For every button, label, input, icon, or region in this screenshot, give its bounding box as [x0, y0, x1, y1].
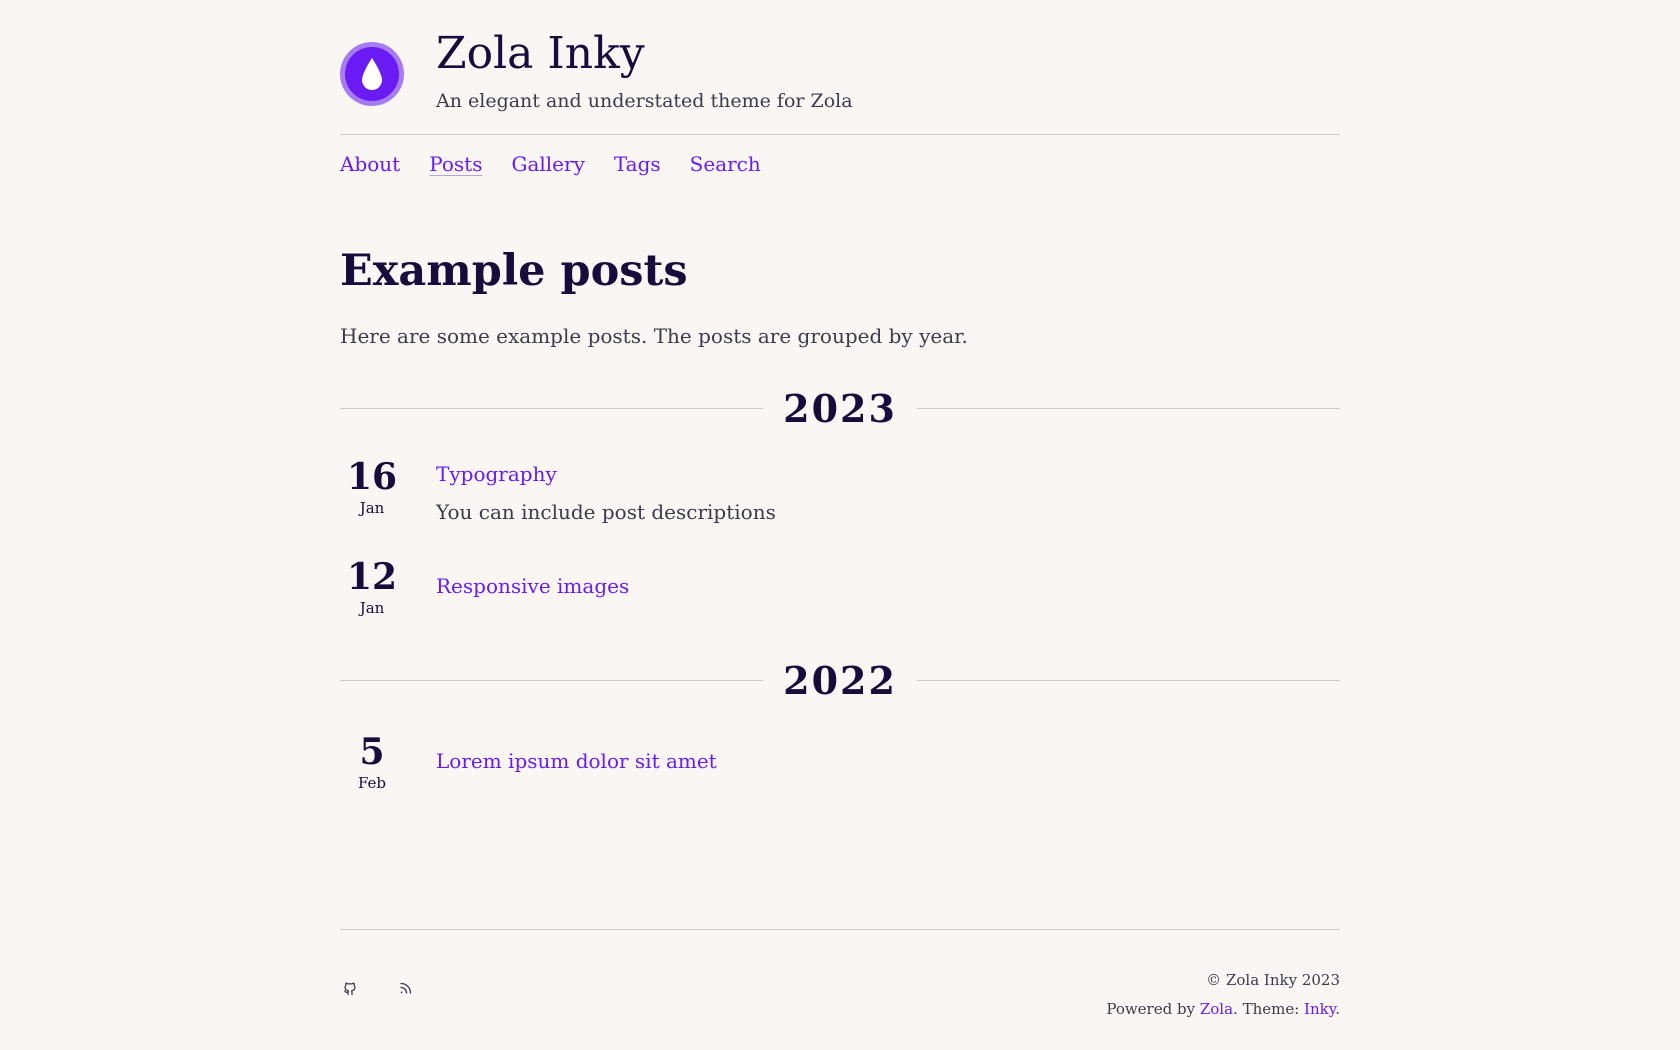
- site-logo[interactable]: [340, 42, 404, 106]
- year-divider-2023: 2023: [340, 383, 1341, 433]
- ink-drop-icon: [362, 58, 382, 90]
- logo-badge: [345, 47, 399, 101]
- nav-tags[interactable]: Tags: [614, 152, 661, 176]
- inky-link[interactable]: Inky: [1304, 1000, 1335, 1018]
- page-title: Example posts: [340, 246, 688, 296]
- theme-prefix: . Theme:: [1233, 1000, 1305, 1018]
- post-date: 16 Jan: [340, 456, 404, 519]
- powered-by-line: Powered by Zola. Theme: Inky.: [1106, 995, 1340, 1024]
- theme-suffix: .: [1335, 1000, 1340, 1018]
- post-title-link[interactable]: Lorem ipsum dolor sit amet: [436, 749, 717, 773]
- post-month: Jan: [359, 498, 385, 517]
- site-header: Zola Inky An elegant and understated the…: [340, 0, 1340, 135]
- nav-search[interactable]: Search: [690, 152, 761, 176]
- divider-line: [340, 679, 764, 681]
- post-day: 12: [346, 556, 398, 598]
- site-title[interactable]: Zola Inky: [436, 28, 645, 81]
- divider-line: [916, 407, 1341, 409]
- main-nav: About Posts Gallery Tags Search: [340, 152, 761, 176]
- divider-line: [916, 679, 1341, 681]
- nav-about[interactable]: About: [340, 152, 400, 176]
- post-date: 5 Feb: [340, 731, 404, 794]
- year-divider-2022: 2022: [340, 655, 1341, 705]
- github-icon[interactable]: [342, 980, 358, 996]
- post-title-link[interactable]: Typography: [436, 462, 557, 486]
- divider-line: [340, 407, 764, 409]
- year-heading: 2022: [783, 657, 897, 703]
- copyright-text: © Zola Inky 2023: [1206, 971, 1340, 989]
- post-day: 5: [359, 731, 385, 773]
- nav-posts[interactable]: Posts: [429, 152, 482, 176]
- footer-credits: © Zola Inky 2023 Powered by Zola. Theme:…: [1106, 966, 1340, 1024]
- page-intro: Here are some example posts. The posts a…: [340, 324, 968, 348]
- zola-link[interactable]: Zola: [1200, 1000, 1233, 1018]
- post-day: 16: [346, 456, 398, 498]
- powered-by-prefix: Powered by: [1106, 1000, 1200, 1018]
- site-footer: © Zola Inky 2023 Powered by Zola. Theme:…: [340, 929, 1340, 1040]
- post-date: 12 Jan: [340, 556, 404, 619]
- post-title-link[interactable]: Responsive images: [436, 574, 629, 598]
- post-month: Feb: [357, 773, 387, 792]
- footer-icons: [342, 980, 414, 996]
- nav-gallery[interactable]: Gallery: [511, 152, 584, 176]
- site-tagline: An elegant and understated theme for Zol…: [436, 90, 853, 112]
- post-description: You can include post descriptions: [436, 500, 776, 524]
- post-month: Jan: [359, 598, 385, 617]
- page-container: Zola Inky An elegant and understated the…: [340, 0, 1341, 1018]
- year-heading: 2023: [783, 385, 897, 431]
- rss-icon[interactable]: [398, 980, 414, 996]
